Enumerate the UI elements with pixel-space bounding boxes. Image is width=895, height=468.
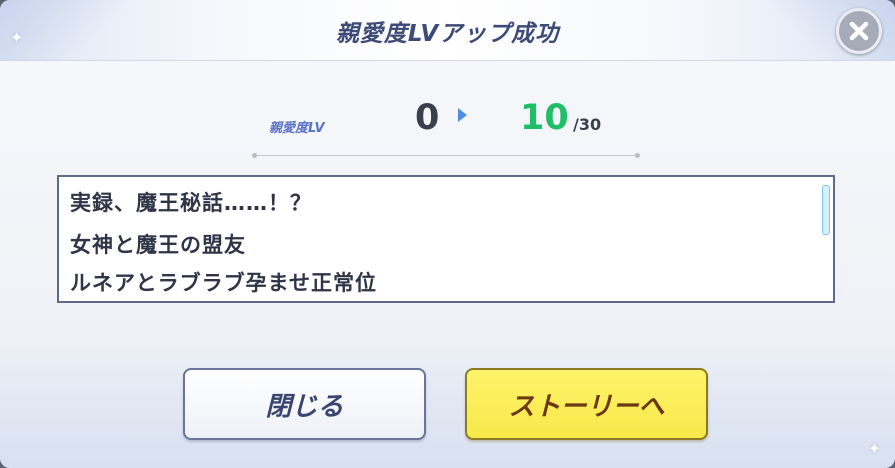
bottom-glow — [0, 340, 895, 468]
level-new-value: 10 — [520, 98, 569, 138]
list-item: 実録、魔王秘話……！？ — [70, 191, 312, 215]
level-up-dialog: ✦ 親愛度LVアップ成功 親愛度LV 0 10 /30 実録、魔王秘話……！？ … — [0, 0, 895, 468]
unlocked-story-list[interactable]: 実録、魔王秘話……！？ 女神と魔王の盟友 ルネアとラブラブ孕ませ正常位 — [57, 175, 835, 303]
go-to-story-button[interactable]: ストーリーへ — [465, 368, 708, 440]
close-dialog-button[interactable]: 閉じる — [183, 368, 426, 440]
list-item: 女神と魔王の盟友 — [70, 233, 246, 257]
level-label: 親愛度LV — [269, 121, 325, 136]
level-max-value: /30 — [573, 115, 602, 134]
arrow-right-icon — [458, 108, 467, 122]
sparkle-icon: ✦ — [867, 439, 881, 458]
scrollbar[interactable] — [822, 185, 830, 235]
close-icon — [849, 21, 869, 41]
list-item: ルネアとラブラブ孕ませ正常位 — [70, 271, 377, 295]
level-old-value: 0 — [415, 98, 440, 138]
level-row: 親愛度LV 0 10 /30 — [0, 98, 895, 138]
divider — [252, 153, 640, 158]
dialog-title: 親愛度LVアップ成功 — [335, 21, 560, 47]
dialog-header: ✦ 親愛度LVアップ成功 — [0, 0, 895, 61]
close-button[interactable] — [836, 8, 882, 54]
